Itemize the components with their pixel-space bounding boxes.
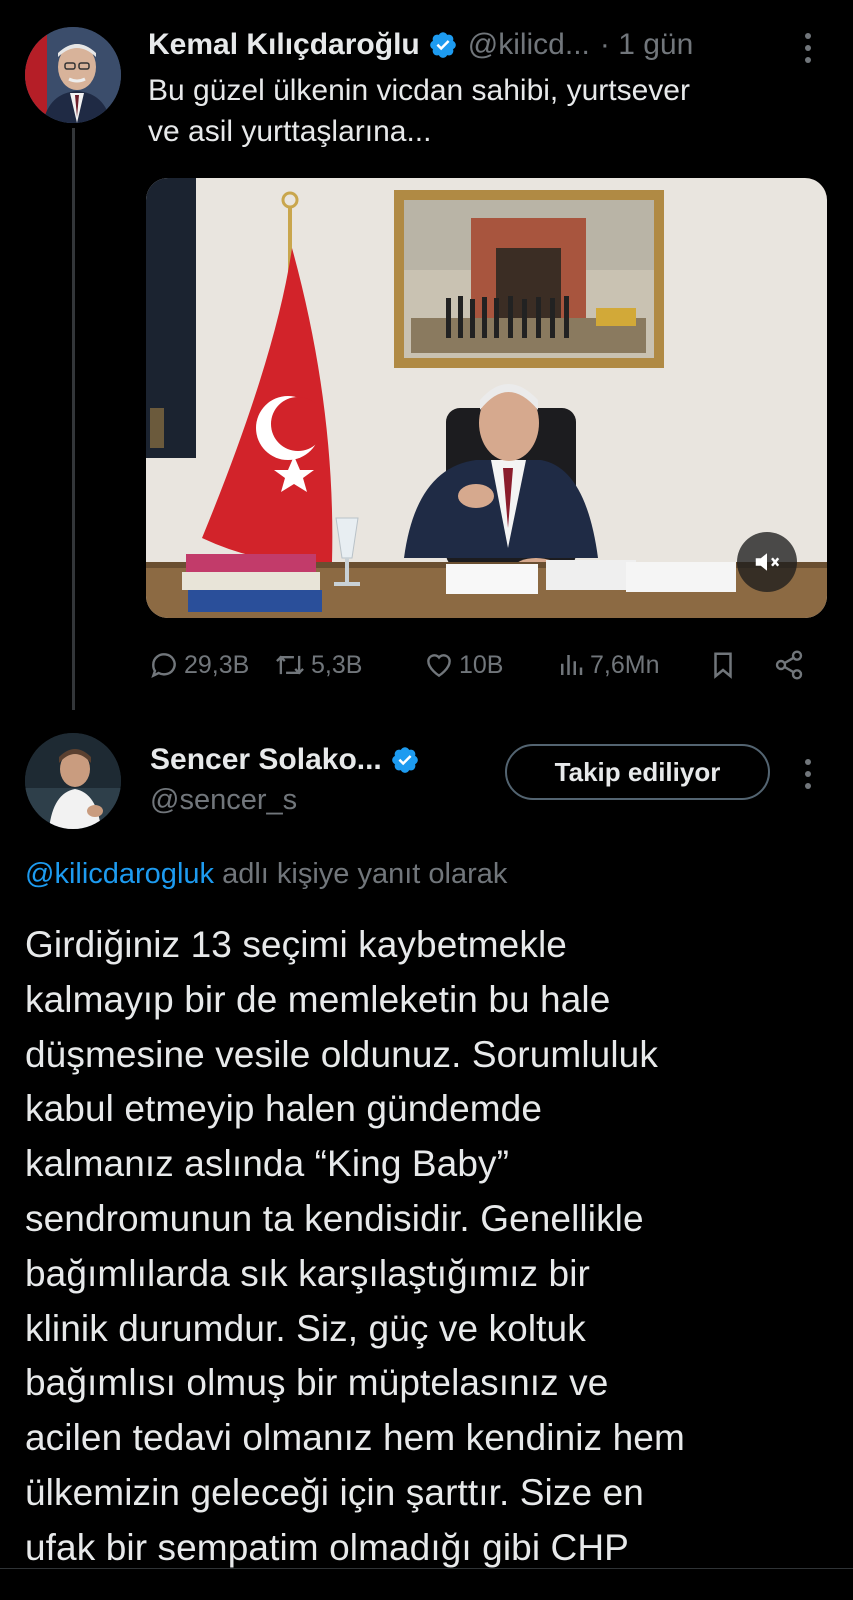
reply-text-line: kalmayıp bir de memleketin bu hale [25, 978, 611, 1020]
avatar-sencer[interactable] [25, 733, 121, 829]
following-button[interactable]: Takip ediliyor [505, 744, 770, 800]
reply-text-line: acilen tedavi olmanız hem kendiniz hem [25, 1417, 685, 1459]
video-frame [146, 178, 827, 618]
bookmark-icon [714, 652, 732, 679]
bookmark-action[interactable] [708, 645, 742, 685]
heart-icon [427, 654, 451, 678]
reply-mention-link[interactable]: @kilicdarogluk [25, 858, 214, 890]
more-options-icon[interactable] [800, 31, 816, 65]
share-action[interactable] [773, 645, 809, 685]
reply-text-line: bağımlısı olmuş bir müptelasınız ve [25, 1362, 609, 1404]
thread-connector-line [72, 128, 75, 710]
like-count: 10B [459, 650, 504, 679]
reply-text-line: kalmanız aslında “King Baby” [25, 1143, 510, 1185]
reply-text-line: bağımlılarda sık karşılaştığımız bir [25, 1252, 590, 1294]
views-chart-icon [561, 655, 583, 675]
video-player[interactable] [146, 178, 827, 618]
tweet-text: Bu güzel ülkenin vicdan sahibi, yurtseve… [148, 70, 818, 152]
tweet-text-line: Bu güzel ülkenin vicdan sahibi, yurtseve… [148, 74, 690, 107]
reply-text-line: kabul etmeyip halen gündemde [25, 1088, 543, 1130]
repost-action[interactable]: 5,3B [273, 645, 362, 685]
like-action[interactable]: 10B [423, 645, 503, 685]
reply-count: 29,3B [184, 650, 250, 679]
reply-text-line: ülkemizin geleceği için şarttır. Size en [25, 1471, 644, 1513]
bottom-divider [0, 1568, 853, 1569]
reply-icon [151, 653, 176, 679]
author-name[interactable]: Kemal Kılıçdaroğlu [148, 28, 420, 62]
share-icon [775, 650, 803, 680]
tweet-text-line: ve asil yurttaşlarına... [148, 115, 432, 148]
reply-text-line: düşmesine vesile oldunuz. Sorumluluk [25, 1033, 658, 1075]
reply-text-line: klinik durumdur. Siz, güç ve koltuk [25, 1307, 586, 1349]
reply-action[interactable]: 29,3B [148, 645, 249, 685]
mute-toggle-button[interactable] [737, 532, 797, 592]
tweet-header: Kemal Kılıçdaroğlu @kilicd... · 1 gün [148, 22, 828, 68]
repost-icon [276, 655, 304, 675]
tweet-timestamp[interactable]: · 1 gün [600, 28, 693, 62]
reply-text-line: Girdiğiniz 13 seçimi kaybetmekle [25, 924, 567, 965]
reply-author-name[interactable]: Sencer Solako... [150, 743, 382, 777]
reply-author-row: Sencer Solako... [150, 740, 420, 780]
reply-text-line: sendromunun ta kendisidir. Genellikle [25, 1197, 644, 1239]
reply-to-suffix: adlı kişiye yanıt olarak [214, 858, 508, 890]
avatar-kilicdaroglu[interactable] [25, 27, 121, 123]
reply-author-handle[interactable]: @sencer_s [150, 784, 297, 817]
tweet-actions: 29,3B 5,3B 10B 7,6Mn [148, 645, 818, 685]
author-handle[interactable]: @kilicd... [468, 28, 590, 62]
verified-badge-icon [391, 747, 418, 773]
verified-badge-icon [429, 32, 456, 58]
repost-count: 5,3B [311, 650, 363, 679]
view-count: 7,6Mn [590, 650, 660, 679]
speaker-muted-icon [755, 553, 780, 571]
replying-to-line: @kilicdarogluk adlı kişiye yanıt olarak [25, 858, 507, 891]
views-action[interactable]: 7,6Mn [556, 645, 659, 685]
more-options-icon[interactable] [800, 757, 816, 791]
reply-tweet-text: Girdiğiniz 13 seçimi kaybetmekle kalmayı… [25, 918, 845, 1576]
